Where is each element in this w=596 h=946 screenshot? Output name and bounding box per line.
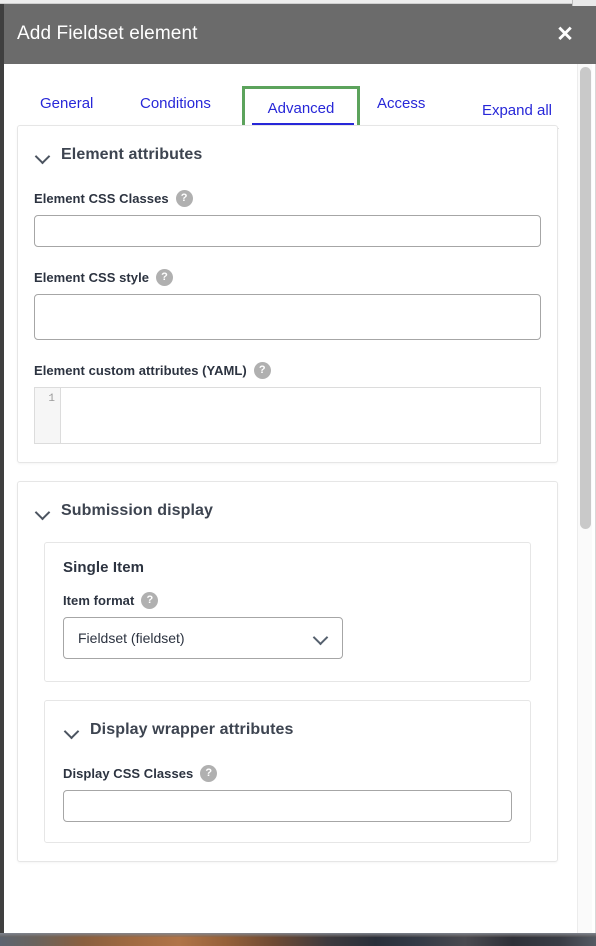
help-icon-element-custom-attributes-yaml[interactable]: ? xyxy=(253,362,271,379)
field-element-css-classes: Element CSS Classes ? xyxy=(34,190,541,247)
label-element-css-style-text: Element CSS style xyxy=(34,270,150,285)
help-icon-display-css-classes[interactable]: ? xyxy=(200,765,218,782)
window-edge-left xyxy=(0,0,4,933)
section-title-display-wrapper-attributes: Display wrapper attributes xyxy=(90,721,294,738)
input-display-css-classes[interactable] xyxy=(63,790,512,822)
dialog-body: General Conditions Advanced Access Expan… xyxy=(4,64,596,933)
field-display-css-classes: Display CSS Classes ? xyxy=(63,765,512,822)
tab-bar: General Conditions Advanced Access Expan… xyxy=(4,64,572,136)
label-element-css-style: Element CSS style ? xyxy=(34,269,541,286)
subcard-title-single-item: Single Item xyxy=(63,559,145,576)
label-element-custom-attributes-yaml-text: Element custom attributes (YAML) xyxy=(34,363,247,378)
window-edge-top-right xyxy=(572,0,596,6)
tab-access[interactable]: Access xyxy=(377,95,425,112)
tab-access-label: Access xyxy=(377,95,426,112)
field-element-css-style: Element CSS style ? xyxy=(34,269,541,340)
help-icon-item-format[interactable]: ? xyxy=(141,592,159,609)
field-element-custom-attributes-yaml: Element custom attributes (YAML) ? 1 xyxy=(34,362,541,444)
dialog-header: Add Fieldset element ✕ xyxy=(4,4,596,64)
section-toggle-display-wrapper-attributes[interactable]: Display wrapper attributes xyxy=(63,717,512,741)
yaml-editor-content[interactable] xyxy=(61,388,540,443)
label-display-css-classes: Display CSS Classes ? xyxy=(63,765,512,782)
close-icon[interactable]: ✕ xyxy=(548,18,582,50)
select-item-format[interactable]: Fieldset (fieldset) xyxy=(63,617,343,659)
tab-general-label: General xyxy=(40,95,94,112)
tab-conditions-label: Conditions xyxy=(140,95,211,112)
card-submission-display: Submission display Single Item Item form… xyxy=(17,481,558,862)
input-element-css-classes[interactable] xyxy=(34,215,541,247)
subcard-display-wrapper-attributes: Display wrapper attributes Display CSS C… xyxy=(44,700,531,843)
label-item-format: Item format ? xyxy=(63,592,512,609)
input-element-css-style[interactable] xyxy=(34,294,541,340)
label-item-format-text: Item format xyxy=(63,593,135,608)
tab-panel-advanced: Element attributes Element CSS Classes ? xyxy=(4,125,572,862)
dialog-title: Add Fieldset element xyxy=(17,23,198,44)
help-icon-element-css-classes[interactable]: ? xyxy=(175,190,193,207)
section-title-submission-display: Submission display xyxy=(61,502,214,519)
dialog-scroll-pane: General Conditions Advanced Access Expan… xyxy=(4,64,572,933)
label-element-css-classes: Element CSS Classes ? xyxy=(34,190,541,207)
label-element-css-classes-text: Element CSS Classes xyxy=(34,191,169,206)
card-element-attributes: Element attributes Element CSS Classes ? xyxy=(17,125,558,463)
vertical-scrollbar-thumb[interactable] xyxy=(580,67,591,529)
yaml-editor-line-number: 1 xyxy=(35,388,61,443)
tab-advanced-label: Advanced xyxy=(267,99,335,117)
chevron-down-icon xyxy=(65,724,78,737)
chevron-down-icon xyxy=(36,149,49,162)
section-title-element-attributes: Element attributes xyxy=(61,146,203,163)
label-display-css-classes-text: Display CSS Classes xyxy=(63,766,194,781)
window-edge-top-rule xyxy=(0,3,596,4)
page-root: Add Fieldset element ✕ General Condition… xyxy=(0,0,596,946)
chevron-down-icon xyxy=(36,505,49,518)
vertical-scrollbar[interactable] xyxy=(577,64,592,933)
subcard-single-item: Single Item Item format ? Fieldset (fiel… xyxy=(44,542,531,682)
background-photo-strip xyxy=(0,933,596,946)
section-toggle-submission-display[interactable]: Submission display xyxy=(34,498,541,522)
yaml-code-editor[interactable]: 1 xyxy=(34,387,541,444)
help-icon-element-css-style[interactable]: ? xyxy=(156,269,174,286)
select-item-format-value[interactable]: Fieldset (fieldset) xyxy=(63,617,343,659)
add-element-dialog: Add Fieldset element ✕ General Condition… xyxy=(4,4,596,933)
expand-all-link[interactable]: Expand all xyxy=(482,102,552,119)
tab-general[interactable]: General xyxy=(40,95,93,112)
label-element-custom-attributes-yaml: Element custom attributes (YAML) ? xyxy=(34,362,541,379)
section-toggle-element-attributes[interactable]: Element attributes xyxy=(34,142,541,166)
window-edge-top-right-rule xyxy=(572,0,573,6)
tab-conditions[interactable]: Conditions xyxy=(140,95,211,112)
